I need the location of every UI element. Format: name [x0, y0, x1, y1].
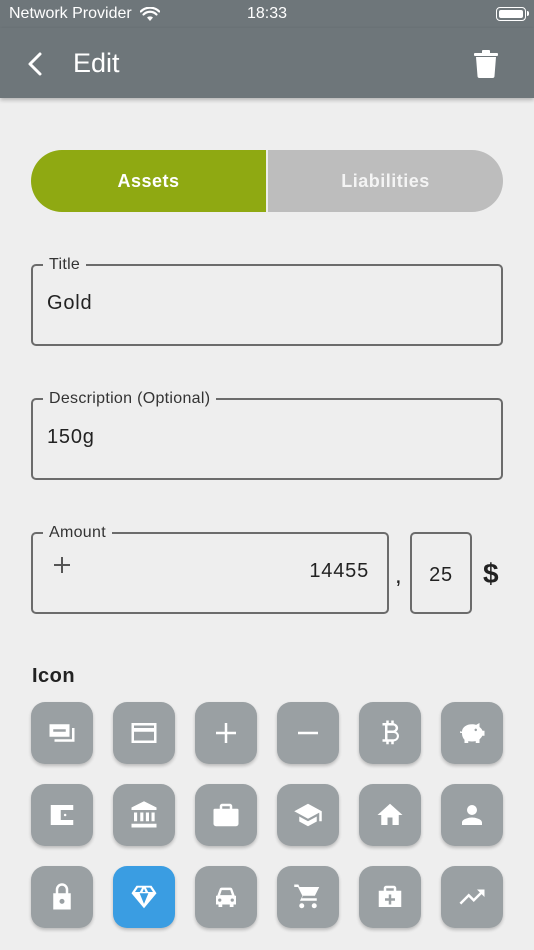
icon-option-bank[interactable]: [113, 784, 175, 846]
title-field-value: Gold: [47, 292, 93, 314]
piggy-bank-icon: [460, 723, 485, 743]
app-bar: Edit: [0, 28, 534, 98]
segment-assets[interactable]: Assets: [31, 150, 268, 212]
briefcase-icon: [213, 803, 239, 827]
diamond-icon: [131, 885, 157, 909]
icon-option-credit-card[interactable]: [113, 702, 175, 764]
icon-option-trending-up[interactable]: [441, 866, 503, 928]
description-field-label: Description (Optional): [43, 389, 217, 409]
title-field[interactable]: Title Gold: [31, 255, 503, 346]
icon-option-lock[interactable]: [31, 866, 93, 928]
icon-option-medical-case[interactable]: [359, 866, 421, 928]
minus-icon: [298, 731, 318, 735]
cents-field-value: 25: [429, 564, 453, 586]
amount-field-value: 14455: [309, 560, 369, 582]
decimal-separator: ,: [395, 562, 402, 589]
icon-section-title: Icon: [32, 665, 76, 687]
medical-case-icon: [378, 885, 402, 907]
icon-option-graduation-cap[interactable]: [277, 784, 339, 846]
icon-option-minus[interactable]: [277, 702, 339, 764]
trending-up-icon: [459, 889, 485, 905]
status-bar: Network Provider 18:33: [0, 0, 534, 28]
trash-icon: [474, 50, 498, 78]
battery-icon: [496, 7, 529, 21]
icon-option-wallet[interactable]: [31, 784, 93, 846]
bank-icon: [131, 801, 157, 828]
icon-option-person[interactable]: [441, 784, 503, 846]
title-field-label: Title: [43, 255, 87, 275]
back-button[interactable]: [18, 46, 54, 82]
bitcoin-icon: [382, 720, 399, 745]
icon-option-car[interactable]: [195, 866, 257, 928]
cents-field[interactable]: 25: [410, 532, 472, 614]
amount-field[interactable]: Amount 14455: [31, 523, 389, 614]
wallet-icon: [50, 805, 74, 825]
delete-button[interactable]: [468, 46, 504, 82]
graduation-cap-icon: [294, 803, 322, 827]
clock: 18:33: [246, 5, 288, 22]
icon-option-bitcoin[interactable]: [359, 702, 421, 764]
cash-icon: [49, 724, 75, 742]
person-icon: [462, 805, 482, 825]
plus-icon: [216, 723, 236, 743]
type-toggle: Assets Liabilities: [31, 150, 503, 212]
house-icon: [377, 803, 403, 825]
credit-card-icon: [131, 723, 157, 743]
plus-sign-icon[interactable]: [53, 556, 71, 574]
cart-icon: [294, 884, 320, 909]
car-icon: [216, 887, 236, 907]
page-title: Edit: [73, 48, 120, 78]
description-field-value: 150g: [47, 426, 95, 448]
lock-icon: [53, 883, 71, 910]
amount-field-label: Amount: [43, 523, 112, 543]
segment-liabilities[interactable]: Liabilities: [268, 150, 503, 212]
icon-option-diamond[interactable]: [113, 866, 175, 928]
icon-option-piggy-bank[interactable]: [441, 702, 503, 764]
description-field[interactable]: Description (Optional) 150g: [31, 389, 503, 480]
chevron-left-icon: [28, 52, 42, 76]
icon-option-house[interactable]: [359, 784, 421, 846]
icon-option-plus[interactable]: [195, 702, 257, 764]
currency-symbol: $: [483, 558, 499, 589]
icon-option-cash[interactable]: [31, 702, 93, 764]
icon-option-briefcase[interactable]: [195, 784, 257, 846]
icon-option-cart[interactable]: [277, 866, 339, 928]
